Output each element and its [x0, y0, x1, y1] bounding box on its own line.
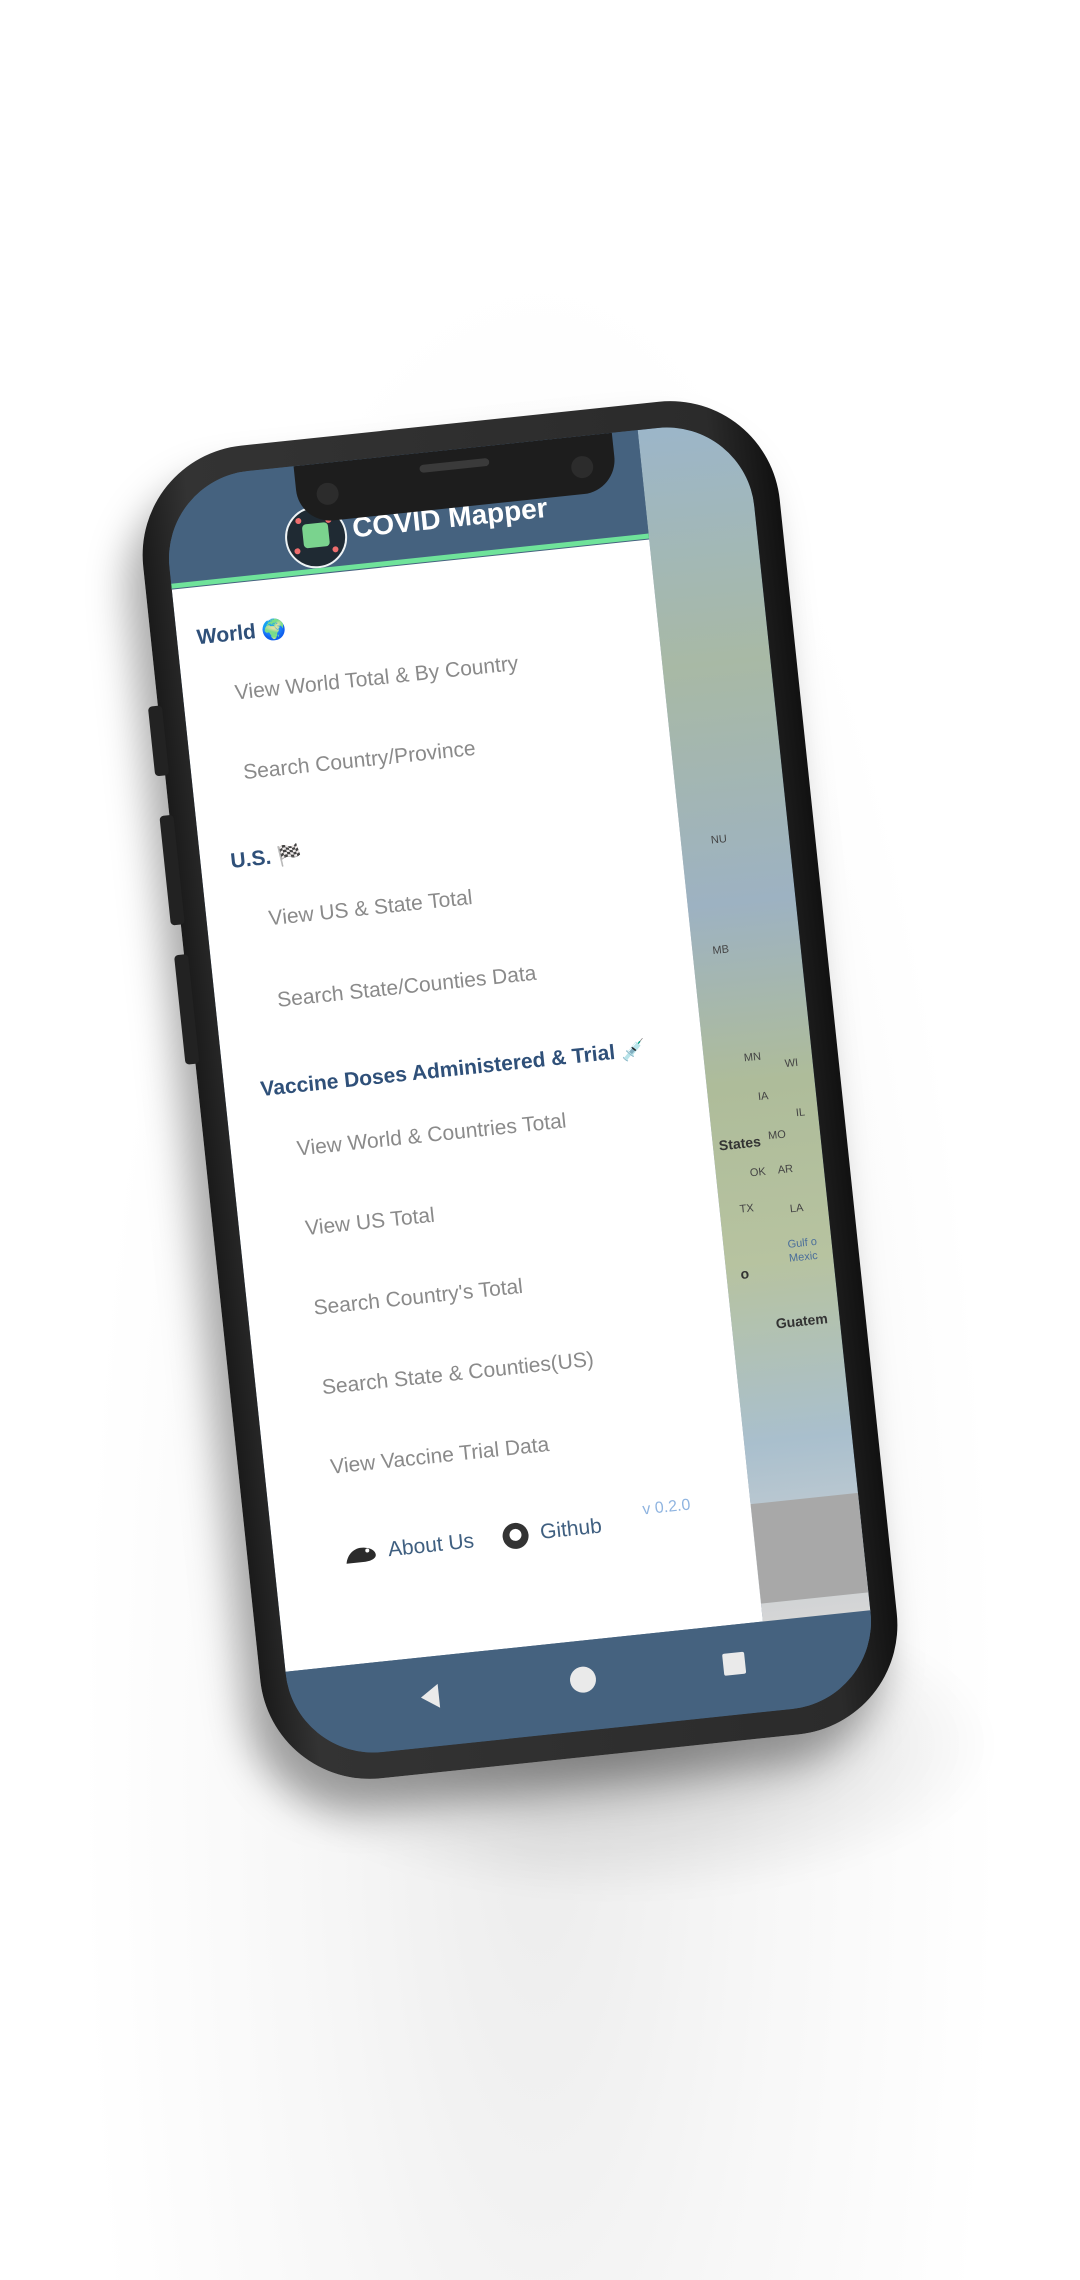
- phone-mockup: NU MB MN WI IA IL MO OK AR TX LA States …: [131, 390, 909, 1790]
- recent-apps-icon[interactable]: [722, 1651, 747, 1676]
- frog-icon: [346, 1548, 376, 1565]
- camera-icon: [570, 454, 595, 480]
- map-label: TX: [739, 1202, 755, 1216]
- menu-item-vaccine-trial-data[interactable]: View Vaccine Trial Data: [329, 1433, 550, 1480]
- map-label: NU: [710, 833, 728, 847]
- logo-dot: [294, 548, 301, 555]
- menu-item-search-country[interactable]: Search Country/Province: [242, 737, 477, 785]
- map-label: IA: [757, 1090, 770, 1104]
- map-label: AR: [777, 1162, 794, 1177]
- section-title-us: U.S. 🏁: [229, 842, 303, 874]
- map-gray-area: [750, 1492, 869, 1604]
- map-label: MB: [711, 943, 730, 958]
- menu-item-vaccine-world-total[interactable]: View World & Countries Total: [296, 1109, 568, 1161]
- menu-item-vaccine-search-country[interactable]: Search Country's Total: [312, 1275, 524, 1321]
- map-label: LA: [789, 1202, 804, 1216]
- phone-screen: NU MB MN WI IA IL MO OK AR TX LA States …: [160, 418, 880, 1762]
- map-label: Gulf o: [787, 1235, 818, 1251]
- section-title-world: World 🌍: [196, 616, 288, 650]
- app-version: v 0.2.0: [641, 1496, 692, 1519]
- menu-item-vaccine-search-state[interactable]: Search State & Counties(US): [321, 1348, 595, 1400]
- camera-icon: [315, 481, 340, 506]
- phone-body: NU MB MN WI IA IL MO OK AR TX LA States …: [131, 390, 909, 1790]
- home-icon[interactable]: [568, 1665, 598, 1694]
- github-link[interactable]: Github: [501, 1514, 603, 1551]
- menu-item-vaccine-us-total[interactable]: View US Total: [304, 1204, 436, 1241]
- globe-icon: 🌍: [260, 617, 288, 643]
- menu-item-world-total[interactable]: View World Total & By Country: [234, 652, 520, 706]
- map-label: Guatem: [774, 1310, 829, 1332]
- about-us-label: About Us: [386, 1529, 476, 1562]
- section-title-text: World: [195, 620, 257, 650]
- map-label: OK: [749, 1165, 767, 1180]
- back-icon[interactable]: [419, 1683, 441, 1710]
- map-label: MO: [767, 1128, 787, 1143]
- map-label: o: [739, 1265, 750, 1282]
- section-title-text: U.S.: [229, 845, 273, 873]
- map-label: WI: [784, 1056, 799, 1071]
- speaker: [419, 457, 490, 474]
- volume-button: [159, 814, 185, 926]
- map-label: IL: [795, 1106, 806, 1120]
- about-us-link[interactable]: About Us: [342, 1529, 475, 1567]
- map-label: Mexic: [788, 1249, 819, 1265]
- logo-dot: [332, 546, 339, 553]
- section-title-text: Vaccine Doses Administered & Trial: [259, 1040, 617, 1102]
- menu-item-us-state-total[interactable]: View US & State Total: [268, 886, 474, 931]
- map-label: States: [718, 1133, 762, 1154]
- map-label: MN: [743, 1050, 762, 1065]
- github-label: Github: [538, 1514, 603, 1544]
- flag-icon: 🏁: [275, 843, 303, 869]
- volume-button: [147, 705, 170, 777]
- menu-item-search-state-counties[interactable]: Search State/Counties Data: [276, 962, 537, 1013]
- logo-inner: [301, 522, 331, 549]
- github-icon: [501, 1521, 530, 1551]
- syringe-icon: 💉: [619, 1038, 647, 1064]
- section-title-vaccine: Vaccine Doses Administered & Trial 💉: [259, 1037, 647, 1102]
- power-button: [174, 953, 200, 1065]
- logo-dot: [295, 517, 302, 525]
